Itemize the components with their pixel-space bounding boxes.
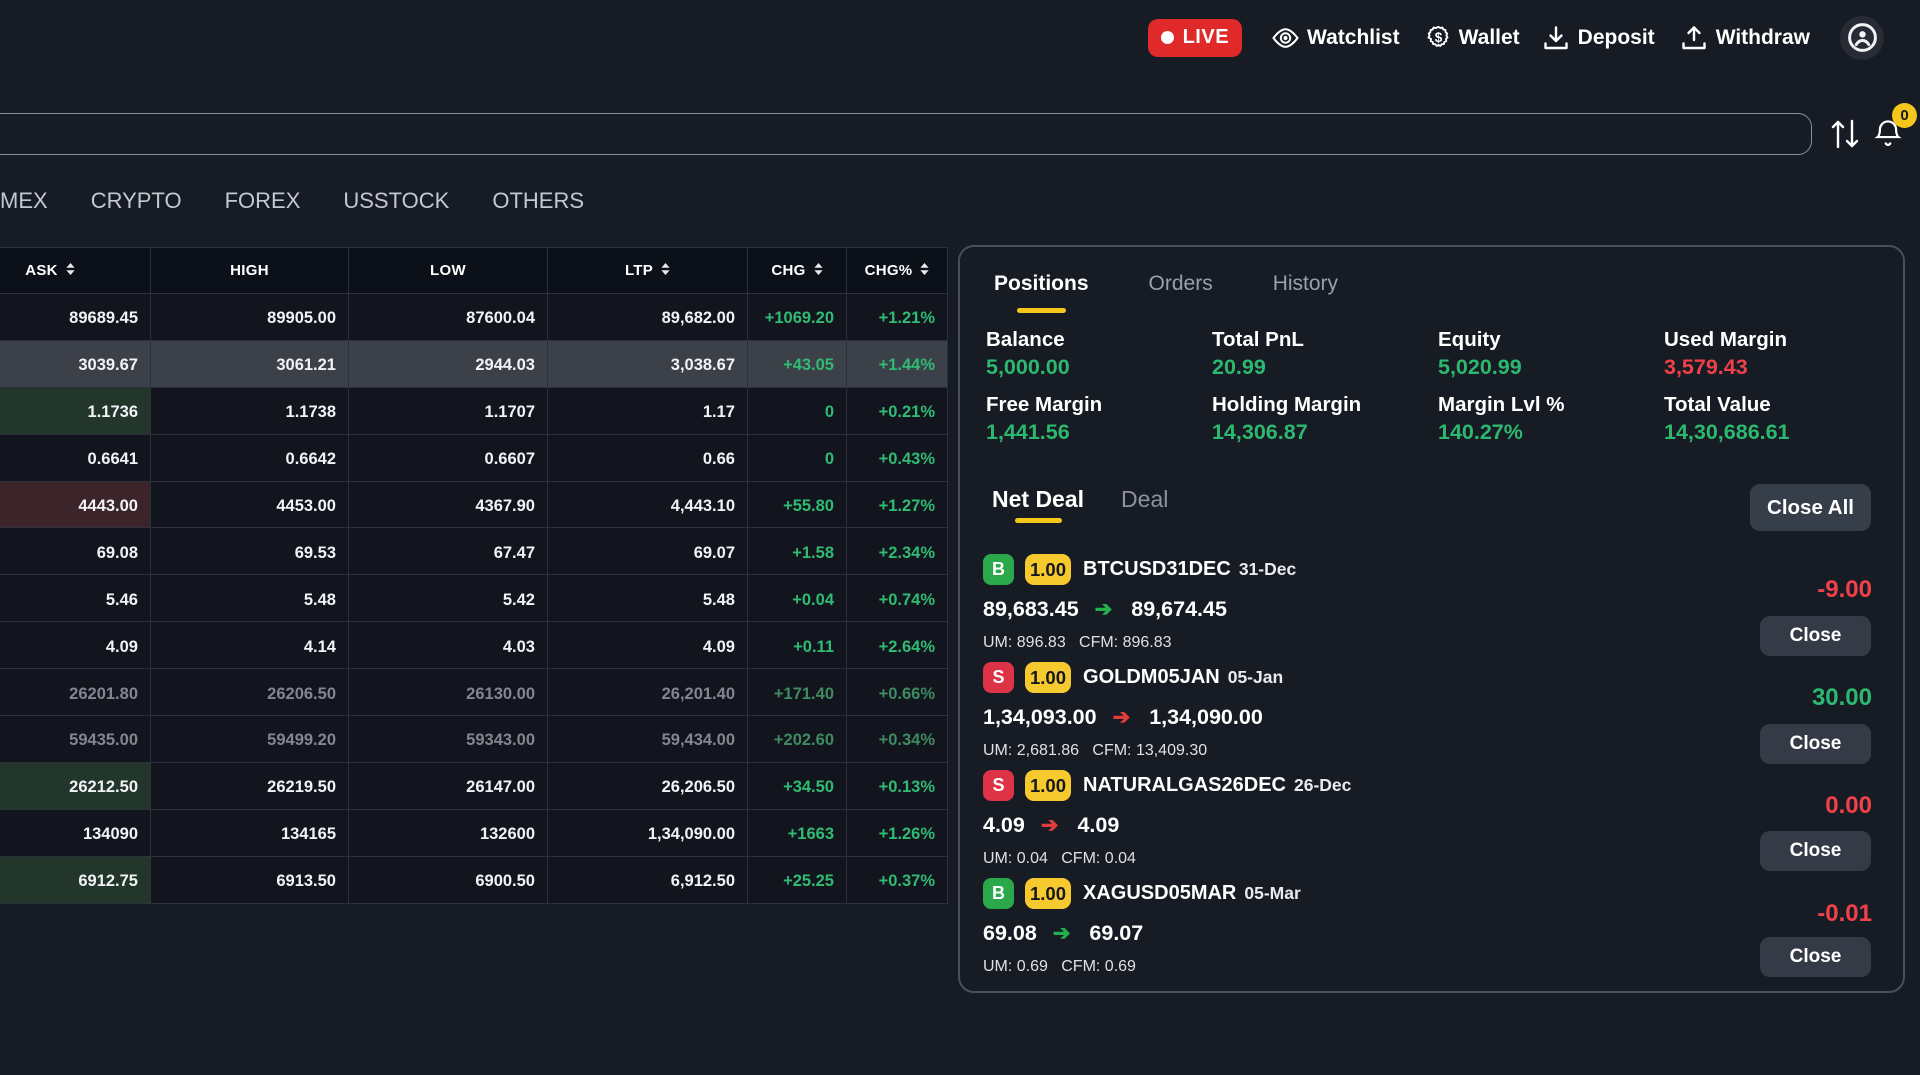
svg-text:$: $ [1434, 30, 1442, 45]
